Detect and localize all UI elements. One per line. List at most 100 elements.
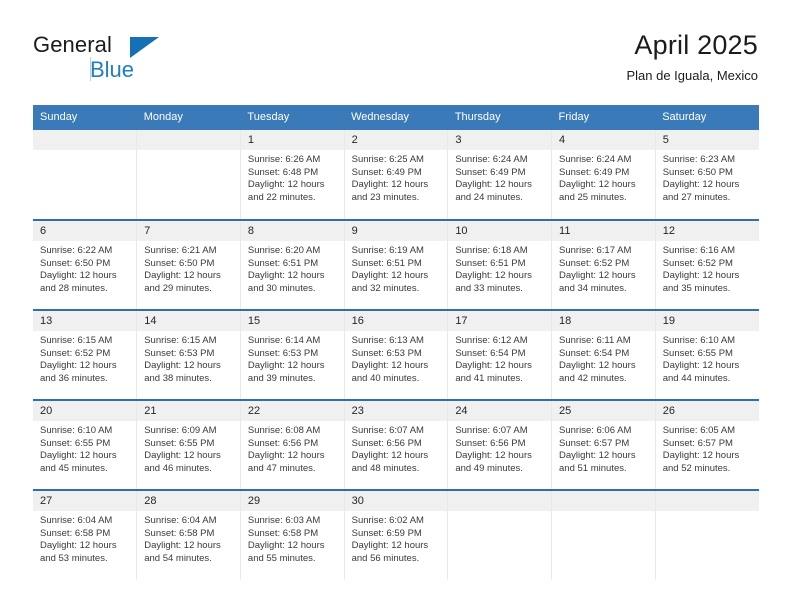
daylight-text-cont: and 54 minutes. [144,552,212,564]
sunset-text: Sunset: 6:56 PM [455,437,526,449]
sunrise-text: Sunrise: 6:24 AM [455,154,528,165]
day-cell[interactable]: 7 Sunrise: 6:21 AM Sunset: 6:50 PM Daylight… [136,219,241,310]
daylight-text-cont: and 49 minutes. [455,462,523,474]
day-number: 4 [552,130,655,150]
sunrise-text: Sunrise: 6:10 AM [662,335,736,346]
sunrise-text: Sunrise: 6:23 AM [662,154,736,165]
sunrise-text: Sunrise: 6:12 AM [455,335,528,346]
daylight-text: Daylight: 12 hours [40,450,117,462]
day-cell[interactable]: 29 Sunrise: 6:03 AM Sunset: 6:58 PM Dayligh… [239,489,345,580]
day-cell[interactable]: 22 Sunrise: 6:08 AM Sunset: 6:56 PM Dayligh… [239,399,345,490]
day-cell[interactable]: 8 Sunrise: 6:20 AM Sunset: 6:51 PM Daylight… [239,219,345,310]
day-details: Sunrise: 6:20 AM Sunset: 6:51 PM Daylight:… [241,241,344,295]
sunrise-text: Sunrise: 6:14 AM [247,335,321,346]
title-block: April 2025 Plan de Iguala, Mexico [626,28,758,84]
weekday-header-row: Sunday Monday Tuesday Wednesday Thursday… [33,105,759,130]
day-details: Sunrise: 6:26 AM Sunset: 6:48 PM Daylight:… [241,150,344,204]
day-cell[interactable]: 17 Sunrise: 6:12 AM Sunset: 6:54 PM Dayligh… [447,309,553,400]
day-cell[interactable] [654,489,759,580]
day-cell[interactable]: 12 Sunrise: 6:16 AM Sunset: 6:52 PM Dayligh… [654,219,759,310]
page-title: April 2025 [634,30,758,60]
day-cell[interactable]: 9 Sunrise: 6:19 AM Sunset: 6:51 PM Daylight… [343,219,449,310]
day-details: Sunrise: 6:06 AM Sunset: 6:57 PM Daylight:… [552,421,655,475]
day-cell[interactable]: 26 Sunrise: 6:05 AM Sunset: 6:57 PM Dayligh… [654,399,759,490]
day-cell[interactable]: 23 Sunrise: 6:07 AM Sunset: 6:56 PM Dayligh… [343,399,449,490]
day-cell[interactable]: 14 Sunrise: 6:15 AM Sunset: 6:53 PM Dayligh… [136,309,241,400]
day-cell[interactable]: 25 Sunrise: 6:06 AM Sunset: 6:57 PM Dayligh… [551,399,656,490]
day-cell[interactable]: 15 Sunrise: 6:14 AM Sunset: 6:53 PM Dayligh… [239,309,345,400]
sunset-text: Sunset: 6:50 PM [662,166,733,178]
day-cell[interactable]: 16 Sunrise: 6:13 AM Sunset: 6:53 PM Dayligh… [343,309,449,400]
day-cell[interactable]: 24 Sunrise: 6:07 AM Sunset: 6:56 PM Dayligh… [447,399,553,490]
daylight-text-cont: and 36 minutes. [40,372,108,384]
sunset-text: Sunset: 6:58 PM [247,527,319,539]
daylight-text-cont: and 44 minutes. [662,372,731,384]
day-details: Sunrise: 6:15 AM Sunset: 6:53 PM Daylight:… [137,331,240,385]
sunset-text: Sunset: 6:54 PM [559,347,630,359]
daylight-text: Daylight: 12 hours [247,450,325,462]
day-cell[interactable]: 28 Sunrise: 6:04 AM Sunset: 6:58 PM Dayligh… [136,489,241,580]
day-cell[interactable]: 11 Sunrise: 6:17 AM Sunset: 6:52 PM Dayligh… [551,219,656,310]
day-cell[interactable]: 18 Sunrise: 6:11 AM Sunset: 6:54 PM Dayligh… [551,309,656,400]
day-cell[interactable]: 1 Sunrise: 6:26 AM Sunset: 6:48 PM Daylight… [239,130,345,220]
day-number: 28 [137,491,240,511]
day-number: 5 [655,130,759,150]
daylight-text: Daylight: 12 hours [247,179,325,191]
daylight-text: Daylight: 12 hours [455,270,532,282]
week-row: 1 Sunrise: 6:26 AM Sunset: 6:48 PM Daylight… [33,130,759,220]
day-number: 25 [552,401,655,421]
day-details: Sunrise: 6:23 AM Sunset: 6:50 PM Daylight:… [656,150,759,204]
day-cell[interactable] [33,130,138,220]
sunset-text: Sunset: 6:50 PM [40,257,111,269]
day-details [137,150,240,154]
day-cell[interactable] [551,489,656,580]
day-number: 12 [655,221,759,241]
sunrise-text: Sunrise: 6:04 AM [144,515,217,526]
sunrise-text: Sunrise: 6:08 AM [247,425,321,436]
sunset-text: Sunset: 6:57 PM [662,437,733,449]
day-cell[interactable]: 13 Sunrise: 6:15 AM Sunset: 6:52 PM Dayligh… [33,309,138,400]
day-details: Sunrise: 6:21 AM Sunset: 6:50 PM Daylight:… [137,241,240,295]
day-cell[interactable]: 4 Sunrise: 6:24 AM Sunset: 6:49 PM Daylight… [551,130,656,220]
day-cell[interactable] [447,489,553,580]
page-header: General Blue April 2025 Plan de Iguala, … [33,28,758,96]
day-cell[interactable]: 3 Sunrise: 6:24 AM Sunset: 6:49 PM Daylight… [447,130,553,220]
day-number [448,491,552,511]
daylight-text-cont: and 24 minutes. [455,191,523,203]
day-cell[interactable]: 5 Sunrise: 6:23 AM Sunset: 6:50 PM Daylight… [654,130,759,220]
day-details: Sunrise: 6:09 AM Sunset: 6:55 PM Daylight:… [137,421,240,475]
weekday-header-monday: Monday [136,105,241,130]
day-cell[interactable]: 10 Sunrise: 6:18 AM Sunset: 6:51 PM Dayligh… [447,219,553,310]
day-cell[interactable]: 2 Sunrise: 6:25 AM Sunset: 6:49 PM Daylight… [343,130,449,220]
day-cell[interactable] [136,130,241,220]
sunrise-text: Sunrise: 6:22 AM [40,245,113,256]
day-details [448,511,551,515]
sunrise-text: Sunrise: 6:13 AM [351,335,424,346]
day-cell[interactable]: 27 Sunrise: 6:04 AM Sunset: 6:58 PM Dayligh… [33,489,138,580]
daylight-text: Daylight: 12 hours [559,450,636,462]
day-cell[interactable]: 19 Sunrise: 6:10 AM Sunset: 6:55 PM Dayligh… [654,309,759,400]
daylight-text-cont: and 28 minutes. [40,282,108,294]
general-blue-logo[interactable]: General Blue [33,32,263,92]
day-number [552,491,655,511]
day-cell[interactable]: 6 Sunrise: 6:22 AM Sunset: 6:50 PM Daylight… [33,219,138,310]
sunrise-text: Sunrise: 6:03 AM [247,515,321,526]
weekday-header-sunday: Sunday [33,105,137,130]
day-cell[interactable]: 20 Sunrise: 6:10 AM Sunset: 6:55 PM Dayligh… [33,399,138,490]
day-number: 15 [240,311,344,331]
sunset-text: Sunset: 6:52 PM [40,347,111,359]
daylight-text-cont: and 29 minutes. [144,282,212,294]
daylight-text: Daylight: 12 hours [455,360,532,372]
day-details: Sunrise: 6:14 AM Sunset: 6:53 PM Daylight:… [241,331,344,385]
day-details: Sunrise: 6:04 AM Sunset: 6:58 PM Daylight:… [137,511,240,565]
day-cell[interactable]: 30 Sunrise: 6:02 AM Sunset: 6:59 PM Dayligh… [343,489,449,580]
day-details: Sunrise: 6:08 AM Sunset: 6:56 PM Daylight:… [241,421,344,475]
day-cell[interactable]: 21 Sunrise: 6:09 AM Sunset: 6:55 PM Dayligh… [136,399,241,490]
sunset-text: Sunset: 6:49 PM [559,166,630,178]
logo-text-general: General [33,32,112,57]
sunset-text: Sunset: 6:55 PM [144,437,215,449]
day-number: 22 [240,401,344,421]
daylight-text: Daylight: 12 hours [455,179,532,191]
day-number: 10 [448,221,552,241]
day-details: Sunrise: 6:22 AM Sunset: 6:50 PM Daylight:… [33,241,136,295]
